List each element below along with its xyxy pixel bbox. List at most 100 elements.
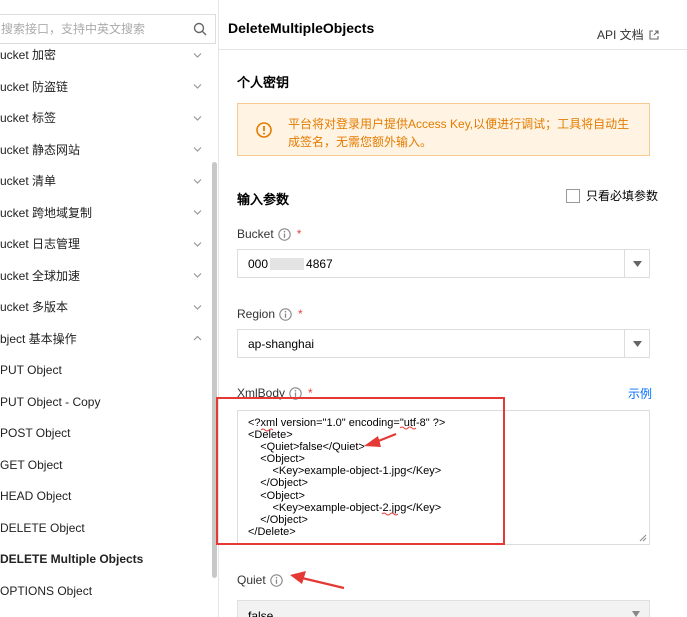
sidebar-item[interactable]: HEAD Object	[0, 481, 212, 511]
sidebar-item[interactable]: DELETE Multiple Objects	[0, 544, 212, 574]
sidebar-item[interactable]: POST Object	[0, 418, 212, 448]
required-mark: *	[308, 386, 313, 400]
sidebar-item-label: HEAD Object	[0, 489, 72, 503]
sidebar-item[interactable]: ucket 多版本	[0, 292, 212, 322]
search-input[interactable]	[0, 15, 184, 43]
sidebar-item-label: OPTIONS Object	[0, 583, 93, 598]
external-link-icon	[649, 29, 659, 40]
personal-key-title: 个人密钥	[237, 75, 290, 90]
bucket-value-suffix: 4867	[306, 257, 333, 271]
region-select[interactable]: ap-shanghai	[237, 329, 650, 358]
chevron-down-icon[interactable]	[192, 198, 202, 228]
xmlbody-content: <?xml version="1.0" encoding="utf-8" ?> <…	[248, 417, 445, 538]
sidebar-item-label: GET Object	[0, 457, 63, 472]
sidebar-item[interactable]: ucket 加密	[0, 40, 212, 70]
bucket-label-row: Bucket *	[237, 227, 301, 241]
sidebar-item[interactable]: PUT Object	[0, 355, 212, 385]
search-icon[interactable]	[193, 22, 207, 36]
resize-handle-icon[interactable]	[639, 534, 647, 542]
example-link[interactable]: 示例	[628, 385, 652, 402]
region-dropdown-toggle[interactable]	[624, 330, 649, 357]
input-params-title: 输入参数	[237, 192, 290, 207]
info-icon[interactable]	[289, 386, 302, 400]
xml-line: <Object>	[248, 453, 305, 466]
sidebar-item[interactable]: PUT Object - Copy	[0, 387, 212, 417]
required-only-checkbox[interactable]	[566, 188, 580, 203]
bucket-select[interactable]: 000 4867	[237, 249, 650, 278]
sidebar-item-label: ucket 清单	[0, 174, 57, 188]
chevron-up-icon[interactable]	[192, 324, 202, 354]
sidebar-item[interactable]: bject 基本操作	[0, 324, 212, 354]
masked-region	[270, 258, 305, 270]
required-only-toggle[interactable]: 只看必填参数	[566, 187, 658, 204]
main-area: 个人密钥 平台将对登录用户提供Access Key,以便进行调试；工具将自动生成…	[219, 51, 668, 617]
chevron-down-icon[interactable]	[192, 261, 202, 291]
chevron-down-icon[interactable]	[192, 40, 202, 70]
sidebar-item-label: POST Object	[0, 426, 71, 440]
sidebar-item[interactable]: GET Object	[0, 450, 212, 480]
xml-line: </Object>	[248, 513, 308, 526]
sidebar-item[interactable]: ucket 日志管理	[0, 229, 212, 259]
bucket-dropdown-toggle[interactable]	[624, 250, 649, 277]
sidebar-item-label: DELETE Object	[0, 520, 85, 535]
quiet-select[interactable]: false	[237, 600, 650, 617]
sidebar-item[interactable]: POST Object restore	[0, 607, 212, 617]
region-value: ap-shanghai	[248, 337, 315, 351]
notice-text: 平台将对登录用户提供Access Key,以便进行调试；工具将自动生成签名，无需…	[288, 117, 630, 149]
region-label: Region	[237, 307, 276, 321]
quiet-value: false	[248, 609, 274, 617]
sidebar-item[interactable]: ucket 标签	[0, 103, 212, 133]
sidebar-item-label: ucket 跨地域复制	[0, 205, 93, 220]
xml-line: <?xml version="1.0" encoding="utf-8" ?>	[248, 417, 446, 429]
chevron-down-icon[interactable]	[192, 166, 202, 196]
xml-line: <Delete>	[248, 429, 293, 442]
xml-line: <Quiet>false</Quiet>	[248, 441, 365, 454]
notice-banner: 平台将对登录用户提供Access Key,以便进行调试；工具将自动生成签名，无需…	[237, 103, 650, 156]
sidebar-item-label: DELETE Multiple Objects	[0, 552, 144, 566]
page-title: DeleteMultipleObjects	[228, 20, 375, 36]
xml-line: <Key>example-object-2.jpg</Key>	[248, 501, 442, 514]
sidebar-item-label: PUT Object - Copy	[0, 394, 101, 409]
sidebar-item-label: ucket 全球加速	[0, 268, 81, 283]
caret-down-icon	[632, 611, 640, 617]
sidebar-item[interactable]: ucket 清单	[0, 166, 212, 196]
xml-line: <Object>	[248, 489, 305, 502]
api-doc-link[interactable]: API 文档	[597, 26, 659, 43]
sidebar-item[interactable]: DELETE Object	[0, 513, 212, 543]
caret-down-icon	[632, 340, 642, 347]
quiet-label-row: Quiet	[237, 573, 283, 587]
info-icon[interactable]	[269, 573, 283, 587]
sidebar-item-label: ucket 标签	[0, 111, 57, 125]
required-only-label: 只看必填参数	[586, 189, 659, 203]
sidebar-item[interactable]: OPTIONS Object	[0, 576, 212, 606]
sidebar-item-label: ucket 多版本	[0, 300, 69, 314]
chevron-down-icon[interactable]	[192, 103, 202, 133]
sidebar-item-label: ucket 静态网站	[0, 142, 81, 157]
sidebar: ucket 加密 ucket 防盗链 ucket 标签 ucket 静态网站 ucket…	[0, 0, 219, 617]
sidebar-scrollbar[interactable]	[212, 162, 217, 578]
sidebar-item[interactable]: ucket 全球加速	[0, 261, 212, 291]
sidebar-item-label: PUT Object	[0, 363, 62, 377]
chevron-down-icon[interactable]	[192, 135, 202, 165]
sidebar-item[interactable]: ucket 静态网站	[0, 135, 212, 165]
warning-icon	[256, 122, 272, 138]
bucket-value-prefix: 000	[248, 257, 269, 271]
xml-line: </Delete>	[248, 525, 296, 538]
xmlbody-label-row: XmlBody *	[237, 386, 313, 400]
xmlbody-textarea[interactable]: <?xml version="1.0" encoding="utf-8" ?> <…	[237, 410, 650, 545]
bucket-label: Bucket	[237, 227, 274, 241]
xml-line: </Object>	[248, 477, 308, 490]
chevron-down-icon[interactable]	[192, 229, 202, 259]
bucket-value: 000 4867	[248, 257, 333, 271]
quiet-label: Quiet	[237, 573, 266, 587]
info-icon[interactable]	[277, 227, 291, 241]
sidebar-item[interactable]: ucket 防盗链	[0, 72, 212, 102]
info-icon[interactable]	[279, 307, 292, 321]
chevron-down-icon[interactable]	[192, 72, 202, 102]
form-panel: 个人密钥 平台将对登录用户提供Access Key,以便进行调试；工具将自动生成…	[219, 51, 668, 617]
header: DeleteMultipleObjects API 文档	[219, 0, 687, 50]
api-doc-label: API 文档	[597, 28, 644, 42]
sidebar-item[interactable]: ucket 跨地域复制	[0, 198, 212, 228]
chevron-down-icon[interactable]	[192, 292, 202, 322]
required-mark: *	[296, 227, 302, 241]
